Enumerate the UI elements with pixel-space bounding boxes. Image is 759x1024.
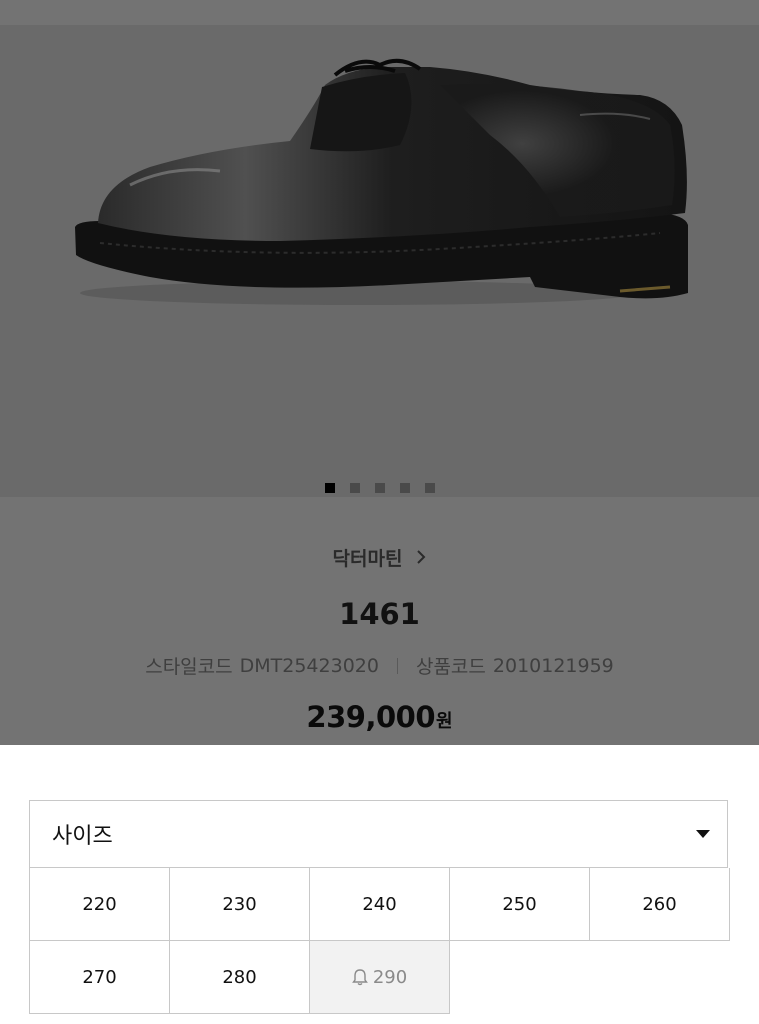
caret-down-icon: [696, 830, 710, 838]
size-option-270[interactable]: 270: [29, 941, 169, 1014]
brand-link[interactable]: 닥터마틴: [0, 540, 759, 574]
size-option-290-soldout[interactable]: 290: [309, 941, 450, 1014]
style-code-label: 스타일코드: [145, 656, 233, 678]
page-backdrop[interactable]: 닥터마틴 1461 스타일코드 DMT25423020 상품코드 2010121…: [0, 0, 759, 745]
size-option-label: 270: [82, 966, 117, 988]
size-select-dropdown[interactable]: 사이즈: [29, 800, 728, 868]
product-image: [75, 58, 688, 305]
product-codes: 스타일코드 DMT25423020 상품코드 2010121959: [0, 652, 759, 679]
size-option-label: 250: [502, 893, 537, 915]
product-code-value: 2010121959: [492, 654, 614, 677]
size-options-grid: 220 230 240 250 260 270 280 290: [29, 868, 730, 1014]
product-price: 239,000 원: [0, 700, 759, 734]
size-option-label: 240: [362, 893, 397, 915]
size-option-label: 290: [372, 966, 408, 988]
option-bottom-sheet: 사이즈 220 230 240 250 260 270 280 290: [0, 745, 759, 1024]
size-option-240[interactable]: 240: [309, 868, 449, 941]
bell-icon: [351, 969, 368, 986]
size-option-label: 260: [642, 893, 677, 915]
size-option-260[interactable]: 260: [589, 868, 730, 941]
chevron-right-icon: [417, 550, 426, 564]
product-title: 1461: [339, 597, 420, 631]
brand-name: 닥터마틴: [332, 547, 403, 570]
price-amount: 239,000: [306, 700, 436, 734]
product-image-gallery[interactable]: [0, 25, 759, 497]
price-currency: 원: [436, 711, 453, 732]
gallery-pagination: [0, 483, 759, 493]
product-code-label: 상품코드: [415, 656, 486, 678]
size-option-label: 220: [82, 893, 117, 915]
size-option-250[interactable]: 250: [449, 868, 589, 941]
style-code-value: DMT25423020: [239, 654, 379, 677]
pagination-dot-5[interactable]: [424, 483, 435, 493]
pagination-dot-4[interactable]: [399, 483, 410, 493]
pagination-dot-3[interactable]: [374, 483, 385, 493]
pagination-dot-1[interactable]: [324, 483, 335, 493]
size-option-280[interactable]: 280: [169, 941, 309, 1014]
size-option-label: 280: [222, 966, 257, 988]
codes-divider: [396, 657, 398, 674]
size-option-230[interactable]: 230: [169, 868, 309, 941]
size-select-label: 사이즈: [52, 824, 113, 849]
size-option-220[interactable]: 220: [29, 868, 169, 941]
size-option-label: 230: [222, 893, 257, 915]
pagination-dot-2[interactable]: [349, 483, 360, 493]
